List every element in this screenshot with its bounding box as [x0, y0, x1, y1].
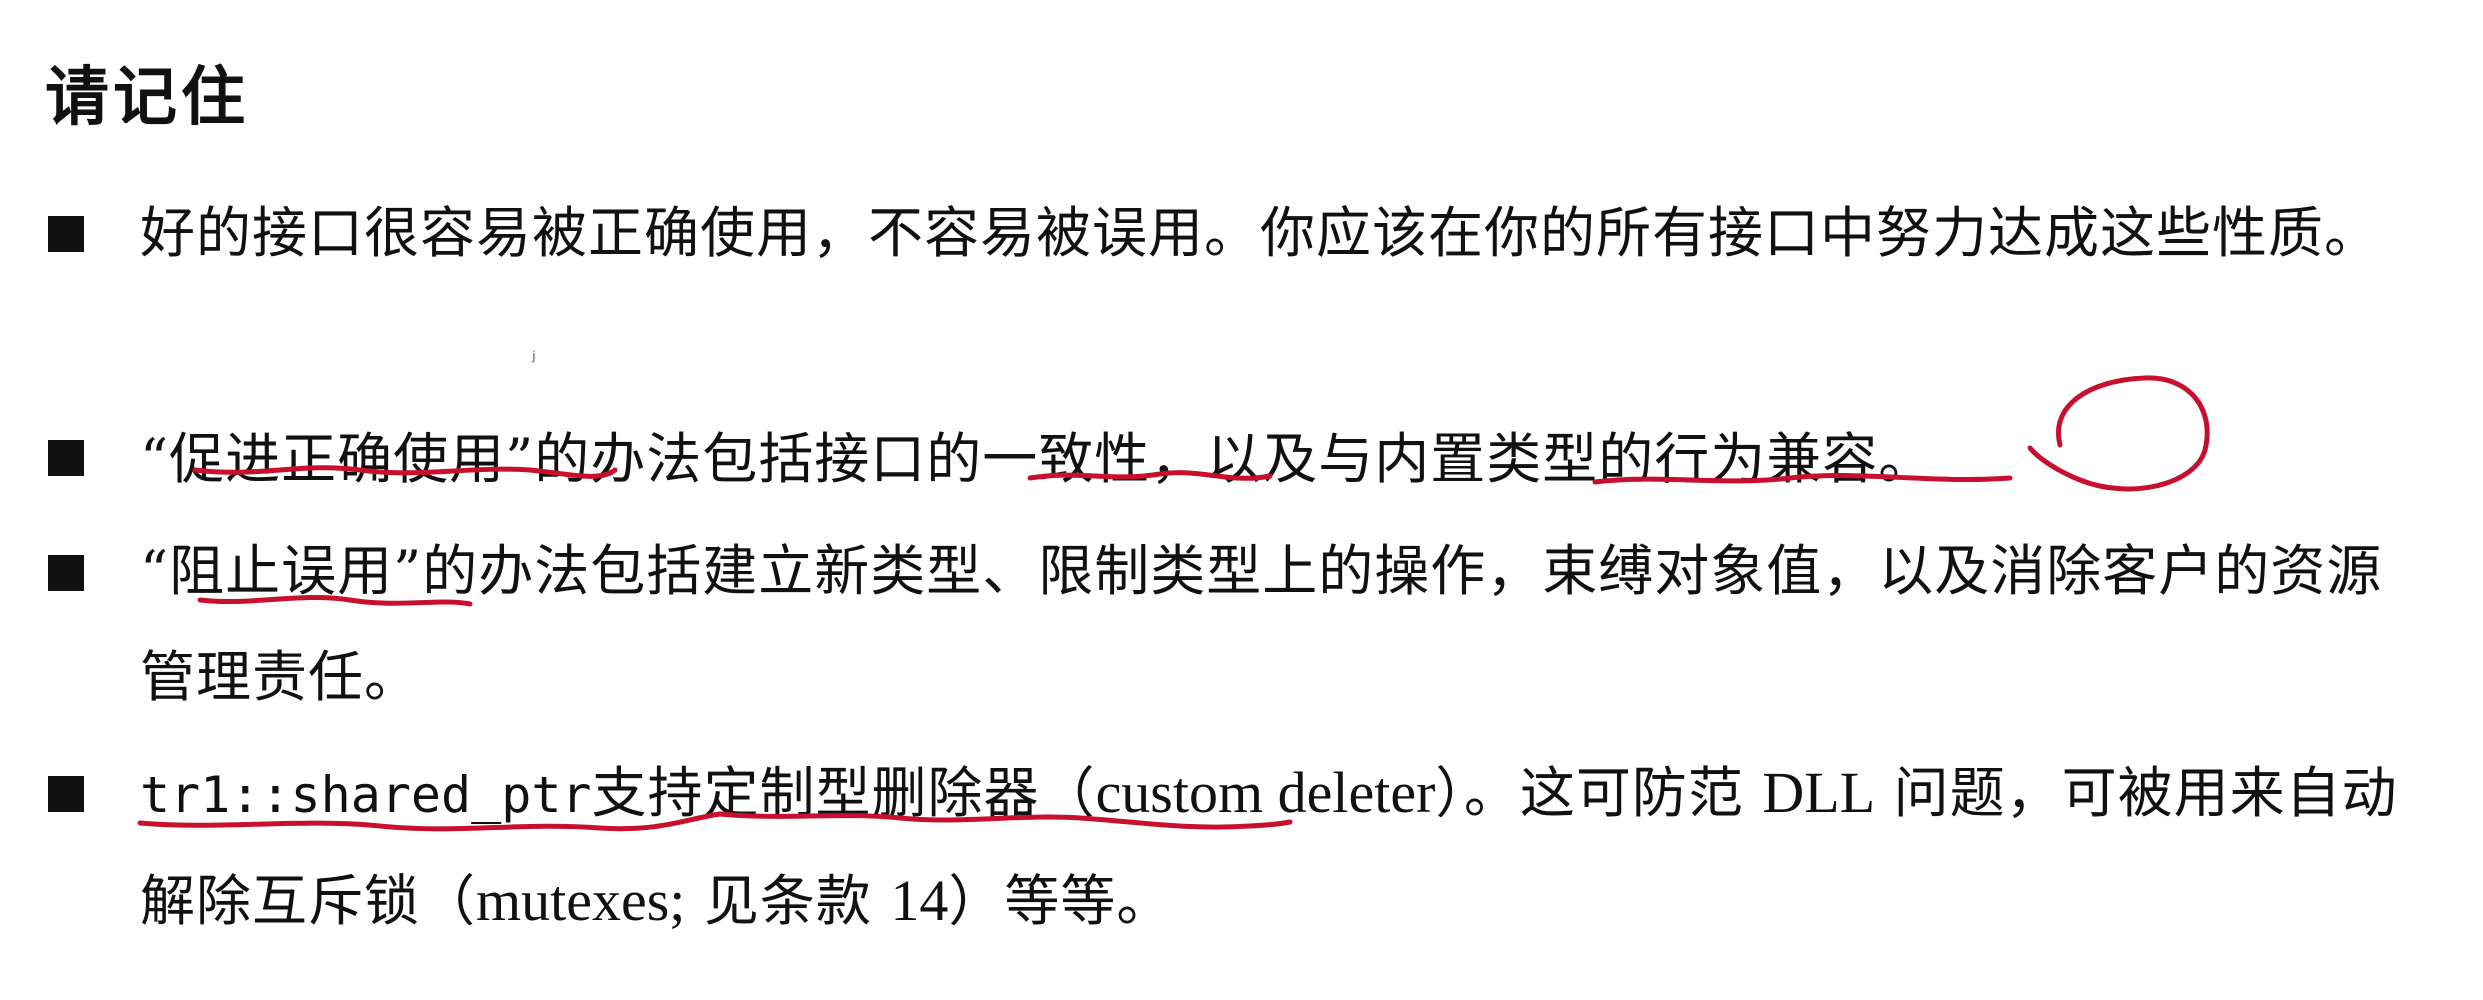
latin-term: custom deleter — [1095, 760, 1436, 825]
text-fragment: 支持定制型删除器（ — [591, 761, 1096, 825]
scan-speck: ʲ — [532, 348, 536, 373]
square-bullet-icon — [48, 555, 84, 591]
code-identifier: tr1::shared_ptr — [140, 766, 592, 824]
text-fragment: 见条款 — [703, 869, 872, 933]
bullet-text-4: tr1::shared_ptr支持定制型删除器（custom deleter）。… — [140, 740, 2400, 954]
text-fragment: ）等等。 — [948, 869, 1173, 933]
latin-term: DLL — [1762, 760, 1876, 825]
book-page: 请记住 好的接口很容易被正确使用，不容易被误用。你应该在你的所有接口中努力达成这… — [0, 0, 2483, 1000]
square-bullet-icon — [48, 440, 84, 476]
bullet-text-1: 好的接口很容易被正确使用，不容易被误用。你应该在你的所有接口中努力达成这些性质。 — [140, 201, 2381, 265]
latin-term: mutexes; — [476, 868, 686, 933]
remember-list: 好的接口很容易被正确使用，不容易被误用。你应该在你的所有接口中努力达成这些性质。… — [0, 0, 2483, 1000]
latin-term: 14 — [890, 868, 949, 933]
bullet-text-2: “促进正确使用”的办法包括接口的一致性，以及与内置类型的行为兼容。 — [140, 427, 1935, 491]
bullet-text-3: “阻止误用”的办法包括建立新类型、限制类型上的操作，束缚对象值，以及消除客户的资… — [140, 539, 2383, 709]
text-fragment: ）。这可防范 — [1435, 761, 1744, 825]
square-bullet-icon — [48, 776, 84, 812]
square-bullet-icon — [48, 216, 84, 252]
